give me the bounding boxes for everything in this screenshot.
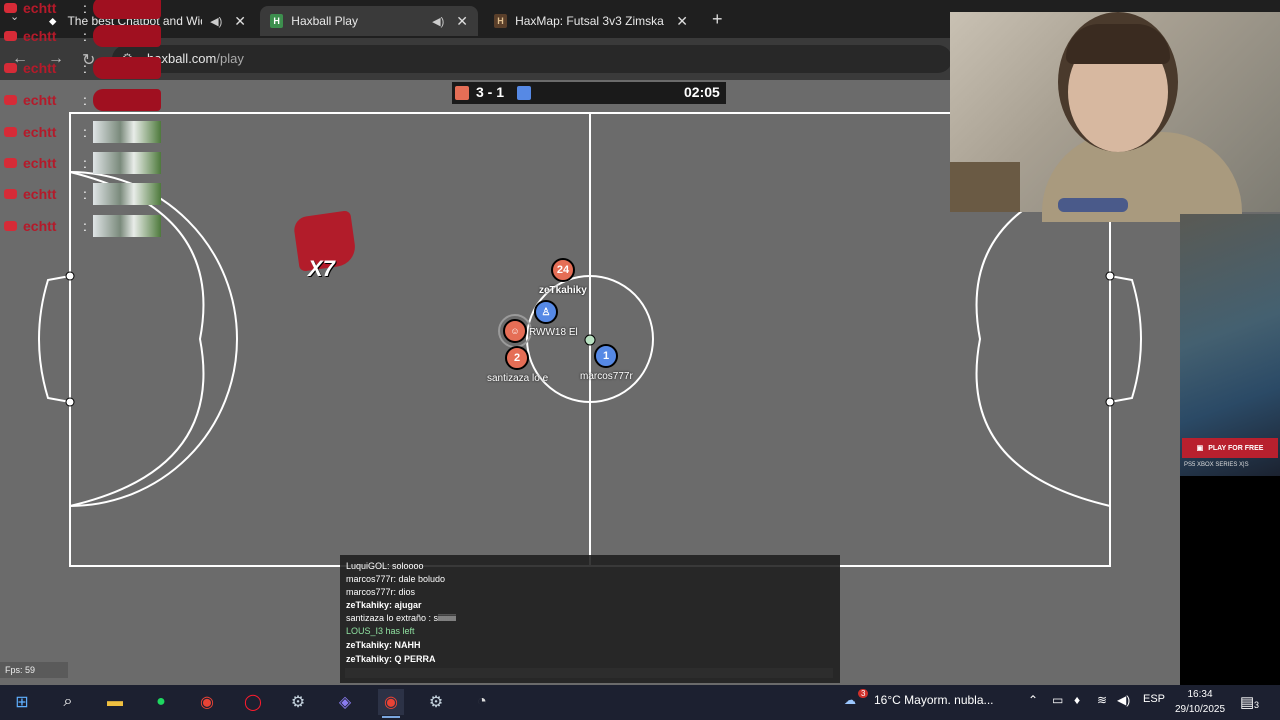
player-red-24: 24 <box>551 258 575 282</box>
ad-platforms: PS5 XBOX SERIES X|S <box>1184 462 1249 468</box>
opera-icon[interactable]: ◯ <box>240 689 266 715</box>
player-red-2: 2 <box>505 346 529 370</box>
sticker-label: X7 <box>308 256 335 281</box>
game-ad[interactable] <box>1180 214 1280 476</box>
player-red-self: ☺ <box>503 319 527 343</box>
screen: { "browser": { "tabs": [ {"title": "The … <box>0 0 1280 720</box>
alert-row: echtt: <box>4 214 161 238</box>
language-indicator[interactable]: ESP <box>1143 693 1165 705</box>
youtube-icon <box>4 63 17 73</box>
obs-icon[interactable]: ◔ <box>469 689 495 715</box>
player-blue-avatar: ♙ <box>534 300 558 324</box>
alert-image <box>92 215 161 237</box>
alert-row: echtt: <box>4 182 161 206</box>
score: 3 - 1 <box>476 84 505 100</box>
fps-counter: Fps: 59 <box>0 662 68 678</box>
alert-image <box>92 121 161 143</box>
steam-icon[interactable]: ⚙ <box>423 689 449 715</box>
search-icon[interactable]: ⌕ <box>55 689 81 715</box>
webcam-overlay <box>950 12 1280 222</box>
alert-row: echtt: <box>4 151 161 175</box>
blue-team-square <box>517 86 531 100</box>
player-name: marcos777r <box>580 371 633 382</box>
weather-text[interactable]: 16°C Mayorm. nubla... <box>874 693 994 707</box>
notifications-icon[interactable]: ▤ <box>1240 693 1254 711</box>
alert-row: echtt: <box>4 88 161 112</box>
chat-message: marcos777r: dale boludo <box>346 574 446 584</box>
windows-taskbar <box>0 685 1280 720</box>
alert-image <box>92 0 161 19</box>
youtube-icon <box>4 31 17 41</box>
chat-input[interactable] <box>345 668 833 678</box>
spotify-icon[interactable]: ● <box>148 689 174 715</box>
steam-icon: ▣ <box>1196 445 1204 452</box>
youtube-icon <box>4 95 17 105</box>
alert-image <box>92 89 161 111</box>
youtube-icon <box>4 158 17 168</box>
alert-image <box>92 183 161 205</box>
steam-icon[interactable]: ⚙ <box>285 689 311 715</box>
chat-message: zeTkahiky: Q PERRA <box>346 654 436 664</box>
alert-image <box>92 57 161 79</box>
match-timer: 02:05 <box>684 84 720 100</box>
chrome-icon[interactable]: ◉ <box>378 689 404 718</box>
player-name: RWW18 El <box>529 327 578 338</box>
alert-image <box>92 152 161 174</box>
alert-row: echtt: <box>4 120 161 144</box>
chat-message: santizaza lo extraño : siiiiiiiii <box>346 613 457 623</box>
chevron-up-icon[interactable]: ⌃ <box>1028 693 1038 707</box>
chat-message: zeTkahiky: ajugar <box>346 600 422 610</box>
mic-icon[interactable]: ♦ <box>1074 693 1080 707</box>
player-name: santizaza lo e <box>487 373 549 384</box>
file-explorer-icon[interactable]: ▬ <box>102 689 128 715</box>
wifi-icon[interactable]: ≋ <box>1097 693 1107 707</box>
meet-icon[interactable]: ▭ <box>1052 693 1063 707</box>
youtube-icon <box>4 221 17 231</box>
play-for-free-button[interactable]: ▣ PLAY FOR FREE <box>1182 438 1278 458</box>
clock[interactable]: 16:34 29/10/2025 <box>1172 687 1228 717</box>
player-name: zeTkahiky <box>539 285 587 296</box>
ad-background <box>1180 476 1280 685</box>
alert-row: echtt: <box>4 24 161 48</box>
microphone <box>1058 198 1128 212</box>
chat-message: marcos777r: dios <box>346 587 416 597</box>
chat-system-message: LOUS_I3 has left <box>346 626 415 636</box>
chrome-icon[interactable]: ◉ <box>194 689 220 715</box>
red-team-square <box>455 86 469 100</box>
youtube-icon <box>4 127 17 137</box>
alert-row: echtt: <box>4 56 161 80</box>
alert-image <box>92 25 161 47</box>
hair <box>1066 24 1170 64</box>
discord-icon[interactable]: ◈ <box>332 689 358 715</box>
player-blue-1: 1 <box>594 344 618 368</box>
weather-icon[interactable]: ☁ <box>844 693 856 707</box>
youtube-icon <box>4 3 17 13</box>
alert-row: echtt: <box>4 0 161 20</box>
notification-count: 3 <box>1254 700 1260 710</box>
windows-start-icon[interactable]: ⊞ <box>9 689 35 715</box>
ball <box>584 334 596 346</box>
chat-message: zeTkahiky: NAHH <box>346 640 421 650</box>
youtube-icon <box>4 189 17 199</box>
volume-icon[interactable]: ◀) <box>1117 693 1130 707</box>
chat-message: LuquiGOL: soloooo <box>346 561 424 571</box>
